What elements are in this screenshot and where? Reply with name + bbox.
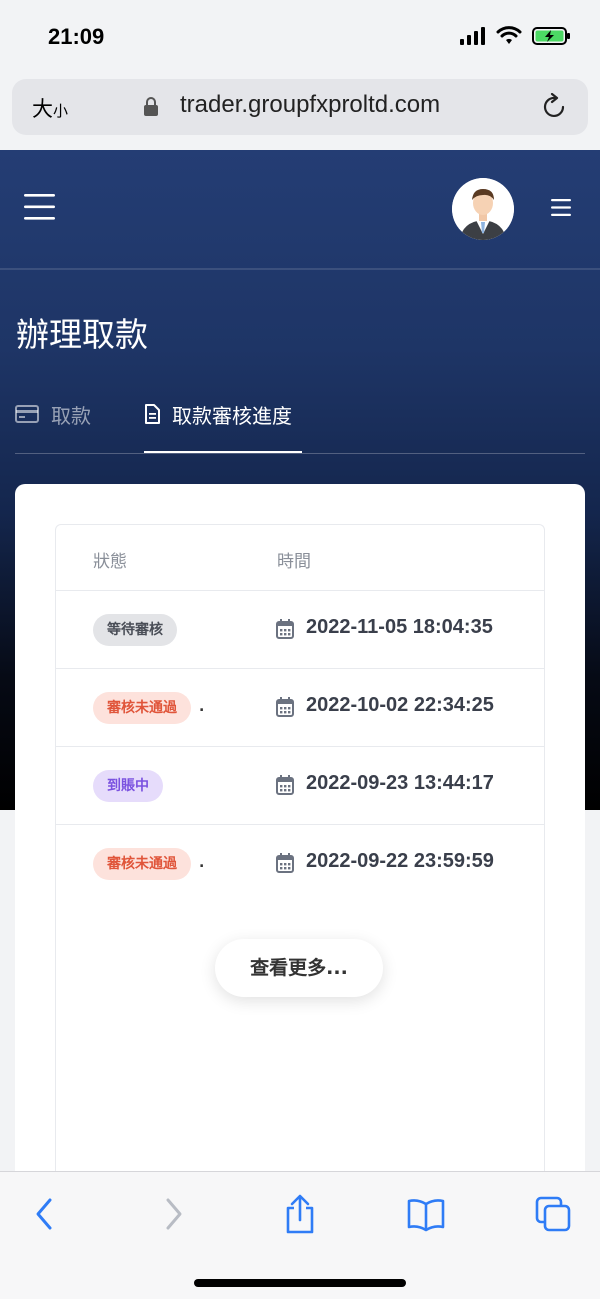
view-more-button[interactable]: 查看更多... <box>215 939 383 997</box>
credit-card-icon <box>15 405 39 423</box>
tab-withdraw-label: 取款 <box>51 403 91 428</box>
wifi-icon <box>496 26 522 44</box>
row-time: 2022-10-02 22:34:25 <box>306 694 494 716</box>
status-time: 21:09 <box>48 24 105 49</box>
home-indicator <box>194 1279 406 1287</box>
calendar-icon <box>276 619 294 639</box>
table-row[interactable]: 審核未通過 . 2022-10-02 22:34:25 <box>56 669 544 747</box>
row-time: 2022-09-22 23:59:59 <box>306 850 494 872</box>
text-size-label-big: 大 <box>32 97 53 121</box>
lock-icon <box>144 97 158 116</box>
status-icons <box>460 26 572 46</box>
content-card: 狀態 時間 等待審核 2022-11-05 18:04:35 審核未通過 . 2… <box>15 484 585 1184</box>
reload-icon[interactable] <box>542 93 568 121</box>
battery-charging-icon <box>532 27 570 45</box>
row-time: 2022-09-23 13:44:17 <box>306 772 494 794</box>
bookmarks-icon[interactable] <box>406 1194 446 1234</box>
column-header-status: 狀態 <box>93 552 127 572</box>
tab-withdraw-progress[interactable]: 取款審核進度 <box>144 396 292 432</box>
active-tab-indicator <box>144 451 302 453</box>
withdrawal-progress-table: 狀態 時間 等待審核 2022-11-05 18:04:35 審核未通過 . 2… <box>55 524 545 1184</box>
page-title: 辦理取款 <box>16 315 148 354</box>
calendar-icon <box>276 775 294 795</box>
user-avatar-icon <box>452 178 514 240</box>
menu-icon[interactable] <box>24 194 55 220</box>
status-badge: 審核未通過 <box>93 848 191 880</box>
forward-icon[interactable] <box>162 1194 186 1234</box>
status-badge: 到賬中 <box>93 770 163 802</box>
cellular-signal-icon <box>460 27 485 45</box>
status-bar: 21:09 <box>0 0 600 76</box>
url-text: trader.groupfxproltd.com <box>180 91 441 118</box>
text-size-button[interactable]: 大小 <box>32 93 68 123</box>
status-badge: 等待審核 <box>93 614 177 646</box>
table-row[interactable]: 到賬中 2022-09-23 13:44:17 <box>56 747 544 825</box>
share-icon[interactable] <box>284 1194 316 1234</box>
status-overflow-dot: . <box>199 699 205 715</box>
avatar[interactable] <box>452 178 514 240</box>
row-time: 2022-11-05 18:04:35 <box>306 616 493 638</box>
tab-bar: 取款 取款審核進度 <box>15 396 585 454</box>
column-header-time: 時間 <box>277 552 311 572</box>
browser-url-bar[interactable]: 大小 trader.groupfxproltd.com <box>12 79 588 135</box>
status-badge: 審核未通過 <box>93 692 191 724</box>
table-row[interactable]: 等待審核 2022-11-05 18:04:35 <box>56 591 544 669</box>
header-divider <box>0 268 600 270</box>
table-row[interactable]: 審核未通過 . 2022-09-22 23:59:59 <box>56 825 544 903</box>
document-icon <box>145 404 160 424</box>
back-icon[interactable] <box>32 1194 56 1234</box>
more-menu-icon[interactable] <box>551 199 571 216</box>
tabs-icon[interactable] <box>534 1194 574 1234</box>
tab-withdraw[interactable]: 取款 <box>15 396 91 432</box>
calendar-icon <box>276 853 294 873</box>
table-header: 狀態 時間 <box>56 525 544 591</box>
calendar-icon <box>276 697 294 717</box>
tab-withdraw-progress-label: 取款審核進度 <box>172 403 292 428</box>
status-overflow-dot: . <box>199 855 205 871</box>
text-size-label-small: 小 <box>53 102 69 120</box>
